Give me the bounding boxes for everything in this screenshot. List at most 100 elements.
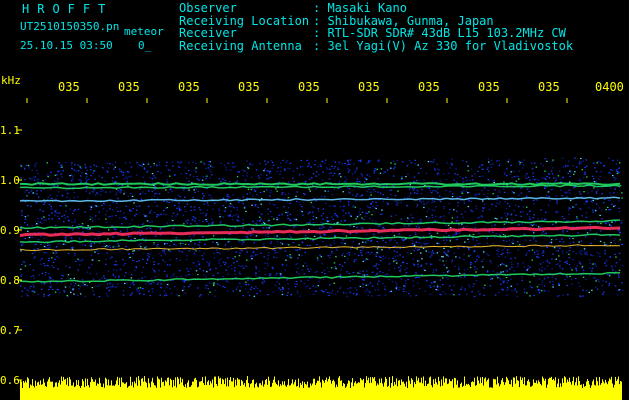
- level-bar: [565, 377, 566, 400]
- noise-pixel: [564, 278, 566, 280]
- noise-pixel: [322, 291, 324, 293]
- noise-pixel: [312, 173, 315, 175]
- noise-pixel: [358, 181, 361, 183]
- noise-pixel: [576, 216, 578, 218]
- noise-pixel: [434, 215, 437, 217]
- noise-pixel: [596, 252, 599, 254]
- level-bar: [542, 376, 543, 400]
- noise-pixel: [77, 164, 79, 166]
- noise-pixel: [362, 283, 364, 285]
- level-bar: [45, 385, 46, 400]
- level-bar: [312, 383, 313, 400]
- noise-pixel: [572, 258, 574, 261]
- noise-pixel: [619, 231, 621, 233]
- noise-pixel: [177, 161, 179, 163]
- level-bar: [387, 386, 388, 400]
- noise-pixel: [193, 206, 196, 208]
- noise-pixel: [296, 283, 298, 285]
- noise-pixel: [94, 194, 97, 196]
- noise-pixel: [511, 219, 513, 221]
- noise-pixel: [296, 191, 298, 193]
- noise-pixel: [505, 208, 508, 210]
- level-bar: [262, 380, 263, 400]
- noise-pixel: [486, 237, 489, 239]
- noise-pixel: [608, 222, 610, 224]
- noise-pixel: [362, 286, 364, 288]
- noise-pixel: [115, 161, 117, 163]
- level-bar: [272, 382, 273, 400]
- noise-pixel: [599, 175, 601, 178]
- noise-pixel: [292, 242, 294, 244]
- noise-pixel: [122, 294, 125, 296]
- noise-pixel: [350, 248, 352, 250]
- noise-pixel: [529, 210, 531, 212]
- noise-pixel: [108, 216, 110, 218]
- noise-pixel: [583, 177, 585, 179]
- noise-pixel: [129, 286, 131, 288]
- noise-pixel: [56, 212, 59, 214]
- noise-pixel: [601, 193, 603, 195]
- noise-pixel: [542, 261, 545, 263]
- noise-pixel: [482, 258, 485, 260]
- noise-pixel: [412, 285, 415, 287]
- noise-pixel: [382, 200, 385, 202]
- noise-pixel: [150, 283, 152, 285]
- noise-pixel: [498, 164, 500, 167]
- noise-pixel: [533, 251, 536, 253]
- noise-pixel: [158, 193, 161, 195]
- noise-pixel: [308, 228, 310, 231]
- noise-pixel: [178, 202, 180, 204]
- noise-pixel: [346, 271, 348, 273]
- noise-pixel: [187, 243, 190, 246]
- noise-pixel: [159, 229, 161, 231]
- noise-pixel: [169, 175, 171, 177]
- noise-pixel: [20, 295, 23, 297]
- noise-pixel: [184, 167, 187, 169]
- noise-pixel: [544, 268, 546, 270]
- level-bar: [595, 385, 596, 400]
- noise-pixel: [232, 205, 234, 207]
- noise-pixel: [621, 264, 624, 266]
- noise-pixel: [53, 180, 56, 182]
- noise-pixel: [91, 248, 93, 250]
- noise-pixel: [378, 294, 381, 296]
- noise-pixel: [301, 206, 303, 208]
- noise-pixel: [334, 266, 337, 268]
- noise-pixel: [211, 218, 213, 220]
- noise-pixel: [502, 234, 505, 236]
- level-bar: [214, 376, 215, 400]
- noise-pixel: [91, 287, 94, 289]
- noise-pixel: [227, 273, 229, 275]
- noise-pixel: [107, 167, 110, 169]
- level-bar: [289, 385, 290, 400]
- noise-pixel: [332, 218, 334, 220]
- noise-pixel: [416, 276, 418, 278]
- noise-pixel: [163, 290, 166, 292]
- noise-pixel: [491, 225, 493, 227]
- noise-pixel: [143, 167, 146, 169]
- noise-pixel: [611, 203, 613, 205]
- noise-pixel: [301, 269, 304, 271]
- noise-pixel: [261, 281, 264, 284]
- noise-pixel: [437, 192, 439, 194]
- noise-pixel: [394, 166, 396, 168]
- noise-pixel: [206, 202, 209, 204]
- level-bar: [437, 384, 438, 400]
- noise-pixel: [100, 188, 102, 190]
- noise-pixel: [434, 206, 437, 208]
- noise-pixel: [505, 270, 507, 272]
- noise-pixel: [432, 269, 435, 271]
- level-bar: [194, 378, 195, 400]
- level-bar: [338, 377, 339, 400]
- noise-pixel: [229, 214, 231, 216]
- noise-pixel: [64, 203, 67, 205]
- noise-pixel: [229, 215, 231, 217]
- noise-pixel: [376, 205, 378, 207]
- noise-pixel: [125, 218, 127, 220]
- noise-pixel: [105, 214, 107, 216]
- noise-pixel: [243, 207, 246, 209]
- noise-pixel: [502, 249, 504, 251]
- level-bar: [574, 385, 575, 400]
- noise-pixel: [211, 283, 214, 285]
- noise-pixel: [368, 196, 371, 198]
